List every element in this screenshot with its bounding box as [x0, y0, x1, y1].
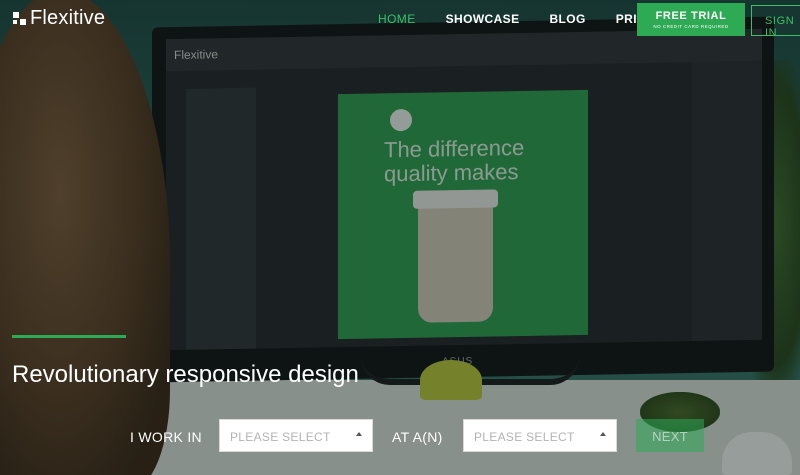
work-in-label: I WORK IN	[130, 429, 202, 445]
hero-title: Revolutionary responsive design	[12, 361, 359, 388]
background-scene: Flexitive The difference quality makes A…	[0, 0, 800, 475]
brand-name: Flexitive	[30, 7, 106, 29]
dark-overlay	[0, 0, 800, 475]
caret-up-icon	[600, 432, 606, 436]
pixel-squares-icon	[13, 11, 27, 26]
top-navigation: Flexitive HOME SHOWCASE BLOG PRICING FRE…	[0, 0, 800, 40]
free-trial-sublabel: NO CREDIT CARD REQUIRED	[653, 24, 729, 29]
hero-accent-rule	[12, 335, 126, 338]
work-in-select[interactable]: PLEASE SELECT	[219, 419, 373, 452]
brand-logo[interactable]: Flexitive	[13, 7, 105, 30]
industry-selector-row: I WORK IN PLEASE SELECT AT A(N) PLEASE S…	[0, 419, 800, 453]
caret-up-icon	[356, 432, 362, 436]
nav-blog-link[interactable]: BLOG	[549, 12, 585, 26]
work-in-select-value: PLEASE SELECT	[230, 430, 331, 444]
at-a-label: AT A(N)	[392, 429, 443, 445]
nav-showcase-link[interactable]: SHOWCASE	[446, 12, 520, 26]
company-type-select[interactable]: PLEASE SELECT	[463, 419, 617, 452]
sign-in-button[interactable]: SIGN IN	[751, 5, 800, 39]
free-trial-button[interactable]: FREE TRIAL NO CREDIT CARD REQUIRED	[637, 3, 745, 36]
next-button[interactable]: NEXT	[636, 419, 704, 452]
company-type-select-value: PLEASE SELECT	[474, 430, 575, 444]
free-trial-label: FREE TRIAL	[655, 10, 727, 22]
nav-home-link[interactable]: HOME	[378, 12, 416, 26]
